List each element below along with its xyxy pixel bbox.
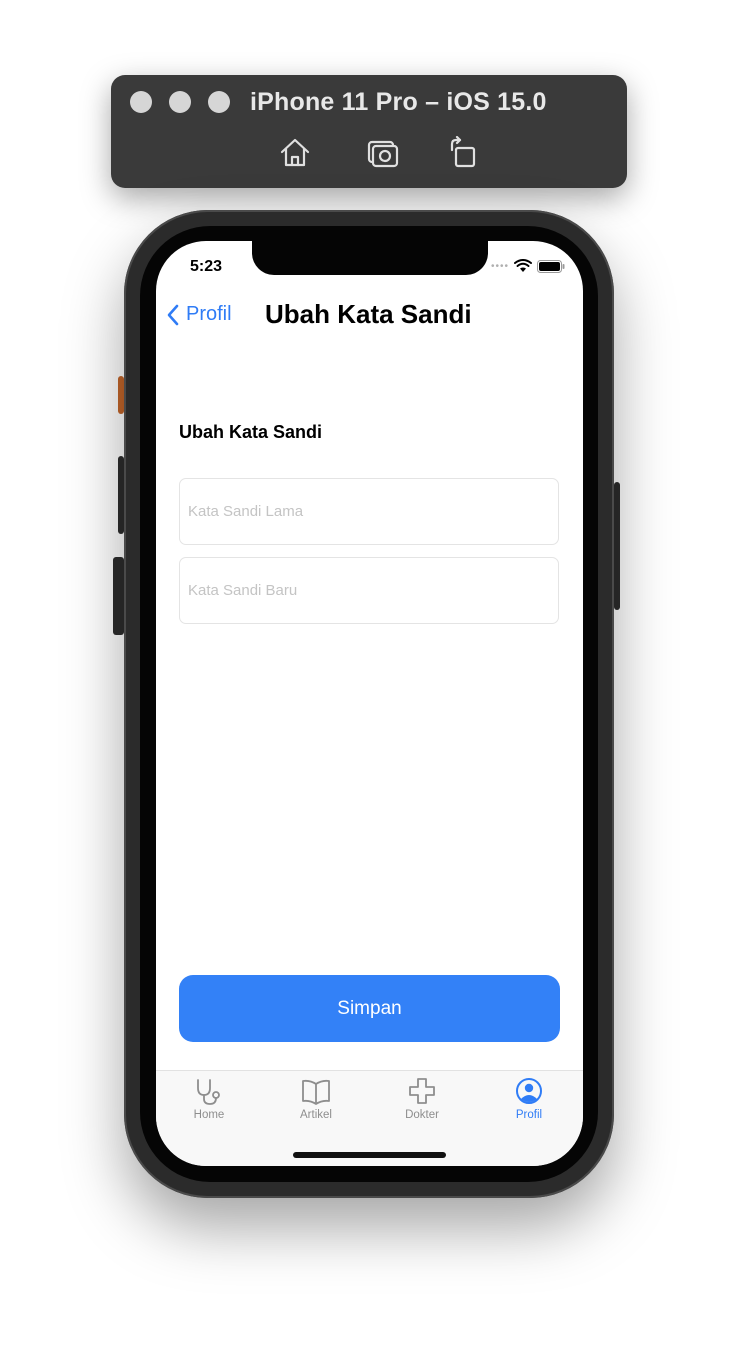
rotate-icon[interactable] <box>446 135 480 170</box>
chevron-left-icon <box>167 304 179 325</box>
home-icon[interactable] <box>278 136 312 170</box>
new-password-field[interactable] <box>179 557 559 624</box>
window-minimize-button[interactable] <box>169 91 191 113</box>
tab-label: Home <box>193 1109 225 1121</box>
tab-home[interactable]: Home <box>169 1077 249 1131</box>
tab-label: Profil <box>515 1109 543 1121</box>
back-button[interactable]: Profil <box>166 303 232 326</box>
notch <box>252 241 488 275</box>
window-close-button[interactable] <box>130 91 152 113</box>
volume-down-button <box>113 557 124 635</box>
battery-icon <box>537 259 565 273</box>
tab-profil[interactable]: Profil <box>489 1077 569 1131</box>
save-button[interactable]: Simpan <box>179 975 560 1042</box>
back-label: Profil <box>186 303 232 325</box>
home-indicator <box>293 1152 446 1158</box>
screenshot-icon[interactable] <box>366 136 400 170</box>
simulator-title: iPhone 11 Pro – iOS 15.0 <box>250 88 547 116</box>
tab-bar: Home Artikel Dokter Profil <box>156 1070 583 1166</box>
person-circle-icon <box>516 1078 542 1104</box>
signal-dots-icon: •••• <box>490 260 509 272</box>
tab-label: Dokter <box>405 1109 439 1121</box>
wifi-icon <box>514 259 532 272</box>
old-password-field[interactable] <box>179 478 559 545</box>
window-zoom-button[interactable] <box>208 91 230 113</box>
medical-cross-icon <box>409 1078 435 1104</box>
phone-screen: 5:23 •••• Profil Ubah Kata Sandi Ubah Ka… <box>156 241 583 1166</box>
tab-label: Artikel <box>300 1109 332 1121</box>
status-icons: •••• <box>491 259 565 273</box>
stethoscope-icon <box>197 1079 220 1105</box>
tab-artikel[interactable]: Artikel <box>276 1077 356 1131</box>
status-time: 5:23 <box>190 258 223 275</box>
book-icon <box>302 1079 330 1105</box>
tab-dokter[interactable]: Dokter <box>382 1077 462 1131</box>
section-label: Ubah Kata Sandi <box>179 422 323 442</box>
page-title: Ubah Kata Sandi <box>265 299 472 329</box>
power-button <box>614 482 620 610</box>
